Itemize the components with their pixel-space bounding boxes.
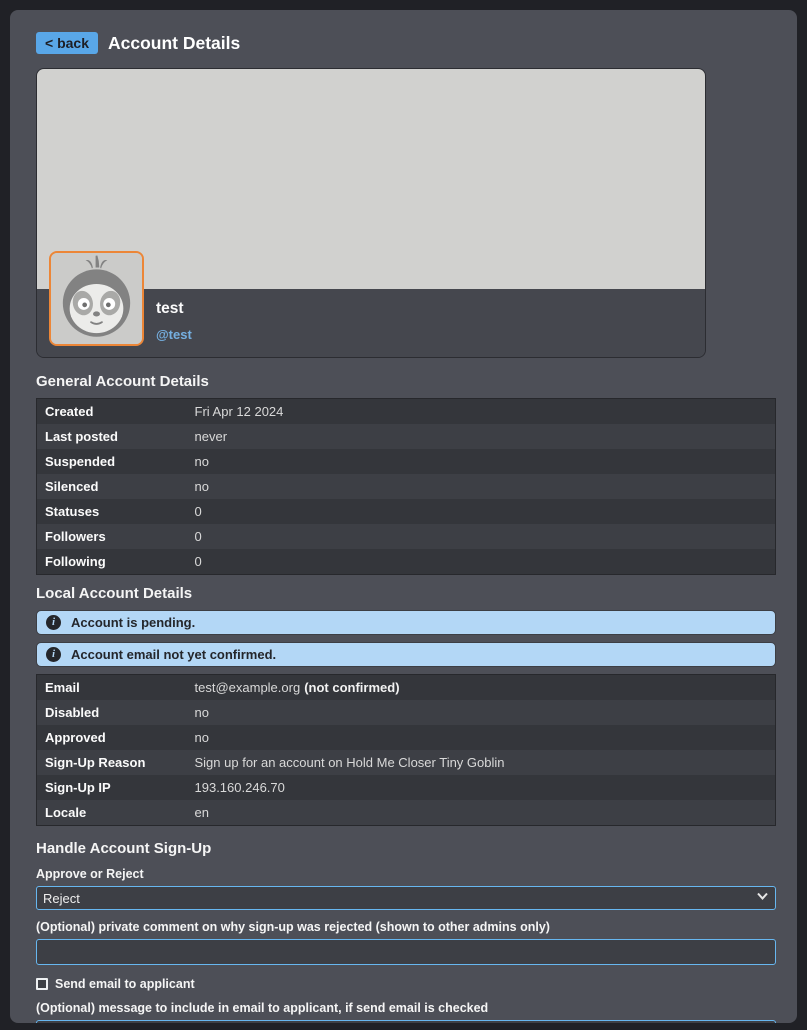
signup-section-heading: Handle Account Sign-Up	[36, 840, 771, 857]
email-message-input[interactable]	[36, 1020, 776, 1023]
table-row: Created Fri Apr 12 2024	[37, 399, 776, 425]
table-row: Followers 0	[37, 524, 776, 549]
row-key: Last posted	[37, 424, 187, 449]
approve-reject-label: Approve or Reject	[36, 867, 771, 881]
email-unconfirmed-notice: i Account email not yet confirmed.	[36, 642, 776, 667]
row-value: 0	[187, 499, 776, 524]
row-value: no	[187, 474, 776, 499]
row-key: Following	[37, 549, 187, 575]
row-value: no	[187, 449, 776, 474]
email-message-label: (Optional) message to include in email t…	[36, 1001, 771, 1015]
approve-reject-select-wrap: Reject	[36, 886, 776, 910]
local-section-heading: Local Account Details	[36, 585, 771, 602]
row-value: no	[187, 725, 776, 750]
row-key: Silenced	[37, 474, 187, 499]
not-confirmed-flag: (not confirmed)	[304, 680, 399, 695]
general-section-heading: General Account Details	[36, 373, 771, 390]
pending-notice: i Account is pending.	[36, 610, 776, 635]
row-value: test@example.org(not confirmed)	[187, 675, 776, 701]
row-value: no	[187, 700, 776, 725]
send-email-label: Send email to applicant	[55, 977, 195, 991]
account-handle-link[interactable]: @test	[156, 327, 192, 342]
table-row: Locale en	[37, 800, 776, 826]
table-row: Email test@example.org(not confirmed)	[37, 675, 776, 701]
table-row: Statuses 0	[37, 499, 776, 524]
row-value: 193.160.246.70	[187, 775, 776, 800]
row-value: 0	[187, 549, 776, 575]
back-button[interactable]: < back	[36, 32, 98, 54]
notice-text: Account email not yet confirmed.	[71, 647, 276, 662]
account-details-panel: < back Account Details test @test	[10, 10, 797, 1023]
local-account-table: Email test@example.org(not confirmed) Di…	[36, 674, 776, 826]
row-key: Locale	[37, 800, 187, 826]
send-email-row: Send email to applicant	[36, 977, 771, 991]
table-row: Following 0	[37, 549, 776, 575]
table-row: Sign-Up IP 193.160.246.70	[37, 775, 776, 800]
row-value: never	[187, 424, 776, 449]
row-key: Followers	[37, 524, 187, 549]
row-key: Created	[37, 399, 187, 425]
table-row: Disabled no	[37, 700, 776, 725]
send-email-checkbox[interactable]	[36, 978, 48, 990]
table-row: Silenced no	[37, 474, 776, 499]
table-row: Approved no	[37, 725, 776, 750]
row-key: Sign-Up Reason	[37, 750, 187, 775]
row-value: Fri Apr 12 2024	[187, 399, 776, 425]
general-account-table: Created Fri Apr 12 2024 Last posted neve…	[36, 398, 776, 575]
table-row: Sign-Up Reason Sign up for an account on…	[37, 750, 776, 775]
row-key: Sign-Up IP	[37, 775, 187, 800]
page-title: Account Details	[108, 33, 240, 54]
row-key: Approved	[37, 725, 187, 750]
row-value: 0	[187, 524, 776, 549]
row-key: Disabled	[37, 700, 187, 725]
row-key: Email	[37, 675, 187, 701]
profile-card: test @test	[36, 68, 706, 358]
sloth-mascot-icon	[51, 253, 142, 344]
header: < back Account Details	[36, 32, 771, 54]
table-row: Suspended no	[37, 449, 776, 474]
approve-reject-select[interactable]: Reject	[36, 886, 776, 910]
display-name: test	[156, 300, 705, 318]
row-key: Statuses	[37, 499, 187, 524]
info-icon: i	[46, 615, 61, 630]
row-value: Sign up for an account on Hold Me Closer…	[187, 750, 776, 775]
info-icon: i	[46, 647, 61, 662]
private-comment-label: (Optional) private comment on why sign-u…	[36, 920, 771, 934]
row-key: Suspended	[37, 449, 187, 474]
table-row: Last posted never	[37, 424, 776, 449]
private-comment-input[interactable]	[36, 939, 776, 965]
row-value: en	[187, 800, 776, 826]
avatar	[49, 251, 144, 346]
notice-text: Account is pending.	[71, 615, 195, 630]
